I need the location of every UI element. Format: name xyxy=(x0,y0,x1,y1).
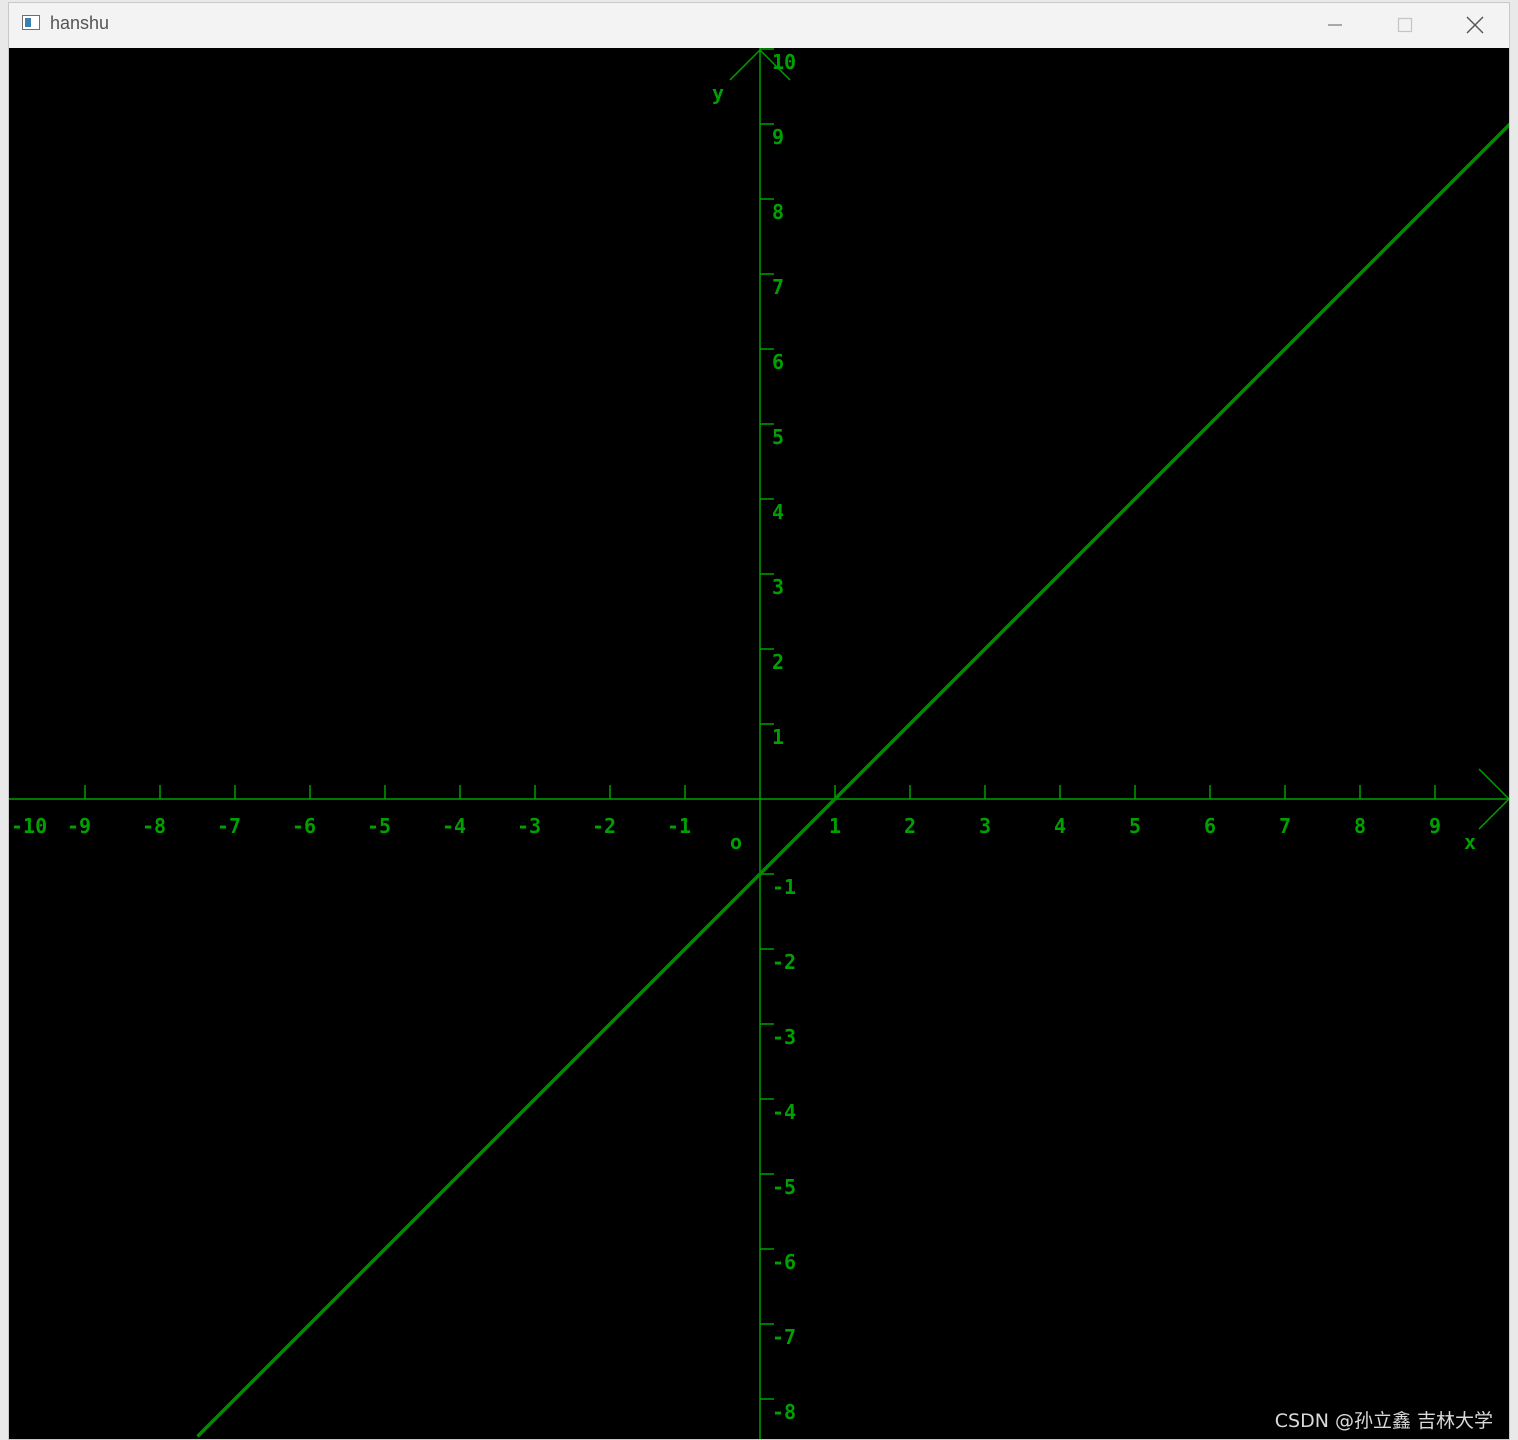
y-tick-label: -8 xyxy=(772,1400,796,1424)
x-tick-label: -10 xyxy=(11,814,47,838)
function-plot: -10 -9 -8 -7 -6 -5 -4 -3 -2 -1 1 2 3 4 5 6 7 8 9 10 9 8 7 6 5 4 3 2… xyxy=(9,48,1509,1439)
maximize-icon xyxy=(1397,17,1413,33)
minimize-button[interactable] xyxy=(1300,3,1370,47)
y-tick-label: -2 xyxy=(772,950,796,974)
x-tick-label: -5 xyxy=(367,814,391,838)
y-tick-label: 7 xyxy=(772,275,784,299)
x-tick-label: -4 xyxy=(442,814,466,838)
y-tick-label: 5 xyxy=(772,425,784,449)
x-tick-label: -2 xyxy=(592,814,616,838)
x-tick-label: 7 xyxy=(1279,814,1291,838)
x-tick-label: 8 xyxy=(1354,814,1366,838)
close-icon xyxy=(1466,16,1484,34)
watermark: CSDN @孙立鑫 吉林大学 xyxy=(1274,1410,1493,1432)
x-tick-label: -6 xyxy=(292,814,316,838)
x-tick-label: -1 xyxy=(667,814,691,838)
y-axis-label: y xyxy=(712,81,724,105)
y-tick-label: -4 xyxy=(772,1100,796,1124)
y-tick-label: -5 xyxy=(772,1175,796,1199)
function-line xyxy=(196,122,1509,1438)
y-tick-label: -3 xyxy=(772,1025,796,1049)
window-title: hanshu xyxy=(50,13,110,33)
y-tick-label: -1 xyxy=(772,875,796,899)
x-tick-label: 5 xyxy=(1129,814,1141,838)
y-tick-label: 8 xyxy=(772,200,784,224)
x-tick-label: -3 xyxy=(517,814,541,838)
origin-label: o xyxy=(730,830,742,854)
x-tick-label: -9 xyxy=(67,814,91,838)
x-tick-label: 6 xyxy=(1204,814,1216,838)
app-window: hanshu -10 -9 -8 -7 -6 -5 -4 -3 -2 -1 1 2 3 4 5 6 7 8 9 10 9… xyxy=(8,2,1510,1440)
plot-canvas: -10 -9 -8 -7 -6 -5 -4 -3 -2 -1 1 2 3 4 5 6 7 8 9 10 9 8 7 6 5 4 3 2… xyxy=(9,48,1509,1439)
x-tick-label: 4 xyxy=(1054,814,1066,838)
y-tick-label: 10 xyxy=(772,50,796,74)
minimize-icon xyxy=(1328,24,1342,26)
maximize-button[interactable] xyxy=(1370,3,1440,47)
close-button[interactable] xyxy=(1440,3,1509,47)
y-tick-label: 1 xyxy=(772,725,784,749)
y-tick-label: 4 xyxy=(772,500,784,524)
y-tick-label: -7 xyxy=(772,1325,796,1349)
x-tick-label: 9 xyxy=(1429,814,1441,838)
x-tick-label: 2 xyxy=(904,814,916,838)
x-axis-label: x xyxy=(1464,830,1476,854)
console-window-icon xyxy=(22,15,40,30)
y-tick-label: 2 xyxy=(772,650,784,674)
title-bar[interactable]: hanshu xyxy=(9,3,1509,47)
y-tick-label: 9 xyxy=(772,125,784,149)
y-tick-label: -6 xyxy=(772,1250,796,1274)
x-tick-label: 3 xyxy=(979,814,991,838)
y-tick-label: 3 xyxy=(772,575,784,599)
x-tick-label: -8 xyxy=(142,814,166,838)
y-tick-label: 6 xyxy=(772,350,784,374)
x-tick-label: -7 xyxy=(217,814,241,838)
x-tick-label: 1 xyxy=(829,814,841,838)
